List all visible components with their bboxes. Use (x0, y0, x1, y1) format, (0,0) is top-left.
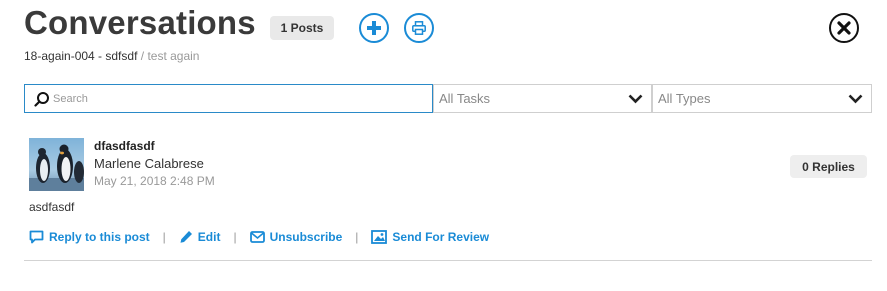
page-title: Conversations (24, 4, 256, 41)
unsubscribe-link[interactable]: Unsubscribe (249, 230, 343, 244)
search-input[interactable] (53, 92, 413, 105)
close-circle-icon (837, 21, 851, 35)
divider-line (24, 260, 872, 261)
post-timestamp: May 21, 2018 2:48 PM (94, 174, 215, 188)
action-divider: | (233, 230, 237, 244)
breadcrumb-separator: / (140, 49, 145, 63)
chevron-down-icon (628, 94, 643, 103)
send-for-review-link-label: Send For Review (392, 230, 490, 244)
avatar (29, 138, 84, 191)
action-divider: | (355, 230, 359, 244)
search-box[interactable] (24, 84, 433, 113)
add-post-button[interactable] (359, 13, 389, 43)
post-title: dfasdfasdf (94, 139, 155, 153)
chevron-down-icon (848, 94, 863, 103)
comment-icon (29, 230, 44, 244)
plus-circle-icon (367, 21, 381, 35)
post-author: Marlene Calabrese (94, 156, 204, 171)
envelope-icon (249, 231, 265, 243)
replies-badge[interactable]: 0 Replies (790, 155, 867, 178)
breadcrumb-project[interactable]: 18-again-004 - sdfsdf (24, 49, 137, 63)
reply-link[interactable]: Reply to this post (29, 230, 150, 244)
posts-count-badge: 1 Posts (270, 16, 334, 40)
edit-link-label: Edit (197, 230, 221, 244)
image-icon (371, 230, 388, 244)
types-filter-select[interactable]: All Types (652, 84, 872, 113)
tasks-filter-select[interactable]: All Tasks (433, 84, 652, 113)
tasks-filter-value: All Tasks (439, 91, 491, 106)
search-icon (34, 91, 50, 107)
breadcrumb-task: test again (147, 49, 200, 63)
pencil-icon (180, 231, 192, 243)
edit-link[interactable]: Edit (179, 230, 221, 244)
send-for-review-link[interactable]: Send For Review (371, 230, 489, 244)
types-filter-value: All Types (658, 91, 711, 106)
reply-link-label: Reply to this post (49, 230, 150, 244)
printer-icon (412, 21, 426, 35)
breadcrumb: 18-again-004 - sdfsdf / test again (24, 49, 199, 63)
print-button[interactable] (404, 13, 434, 43)
post-body: asdfasdf (29, 200, 75, 214)
close-button[interactable] (829, 13, 859, 43)
post-actions: Reply to this post | Edit | Unsubscribe … (29, 230, 489, 244)
unsubscribe-link-label: Unsubscribe (269, 230, 343, 244)
action-divider: | (162, 230, 166, 244)
